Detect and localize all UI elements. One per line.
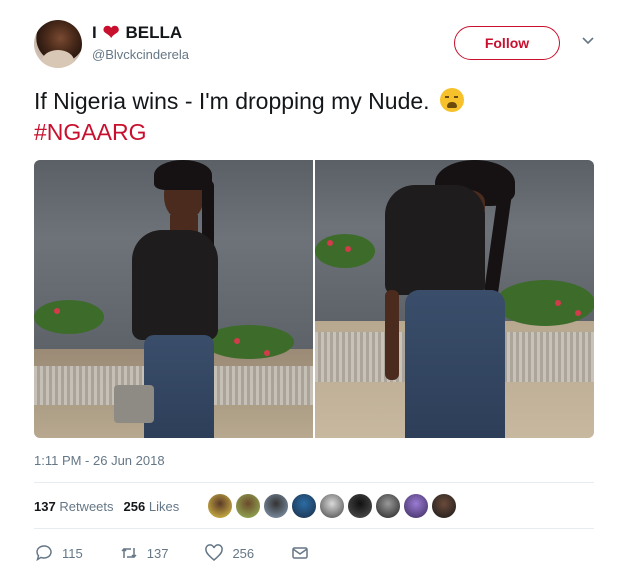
likes-stat[interactable]: 256 Likes bbox=[124, 499, 180, 514]
direct-message-button[interactable] bbox=[290, 543, 310, 563]
tweet-header: I ❤ BELLA @Blvckcinderela Follow bbox=[34, 20, 594, 72]
avatar[interactable] bbox=[235, 493, 262, 519]
display-name[interactable]: I ❤ BELLA bbox=[92, 23, 182, 43]
avatar[interactable] bbox=[319, 493, 346, 519]
avatar[interactable] bbox=[375, 493, 402, 519]
reply-count: 115 bbox=[62, 545, 83, 561]
retweet-icon bbox=[121, 547, 137, 559]
avatar[interactable] bbox=[347, 493, 374, 519]
photo-right[interactable] bbox=[315, 160, 594, 438]
display-name-prefix: I bbox=[92, 23, 97, 42]
engagement-stats: 137 Retweets 256 Likes bbox=[34, 492, 594, 520]
tweet-body: If Nigeria wins - I'm dropping my Nude. bbox=[34, 88, 430, 114]
heart-icon: ❤ bbox=[102, 22, 120, 44]
divider-bottom bbox=[34, 528, 594, 529]
photo-left[interactable] bbox=[34, 160, 313, 438]
avatar[interactable] bbox=[263, 493, 290, 519]
hashtag-link[interactable]: #NGAARG bbox=[34, 119, 146, 145]
divider-top bbox=[34, 482, 594, 483]
avatar[interactable] bbox=[207, 493, 234, 519]
avatar[interactable] bbox=[431, 493, 458, 519]
tweet-media bbox=[34, 160, 594, 438]
message-icon bbox=[292, 547, 308, 559]
liker-avatars bbox=[207, 493, 458, 519]
like-icon bbox=[205, 544, 224, 561]
weary-face-emoji-icon bbox=[439, 88, 464, 112]
retweet-button[interactable]: 137 bbox=[119, 543, 169, 563]
likes-count: 256 bbox=[123, 498, 146, 514]
likes-label: Likes bbox=[148, 498, 180, 514]
retweets-label: Retweets bbox=[59, 498, 114, 514]
retweets-stat[interactable]: 137 Retweets bbox=[34, 499, 114, 514]
avatar[interactable] bbox=[403, 493, 430, 519]
reply-icon bbox=[36, 545, 52, 562]
like-button[interactable]: 256 bbox=[204, 543, 254, 563]
tweet-timestamp[interactable]: 1:11 PM - 26 Jun 2018 bbox=[34, 453, 165, 468]
chevron-down-icon[interactable] bbox=[580, 32, 596, 48]
avatar[interactable] bbox=[291, 493, 318, 519]
retweet-count: 137 bbox=[146, 545, 169, 561]
user-handle[interactable]: @Blvckcinderela bbox=[92, 47, 189, 62]
follow-button[interactable]: Follow bbox=[454, 26, 560, 60]
reply-button[interactable]: 115 bbox=[34, 543, 83, 563]
like-count: 256 bbox=[232, 545, 255, 561]
tweet-text: If Nigeria wins - I'm dropping my Nude. … bbox=[34, 86, 594, 148]
tweet-actions: 115 137 256 bbox=[34, 542, 346, 564]
display-name-suffix: BELLA bbox=[125, 23, 183, 42]
avatar[interactable] bbox=[34, 20, 82, 68]
retweets-count: 137 bbox=[34, 498, 56, 514]
